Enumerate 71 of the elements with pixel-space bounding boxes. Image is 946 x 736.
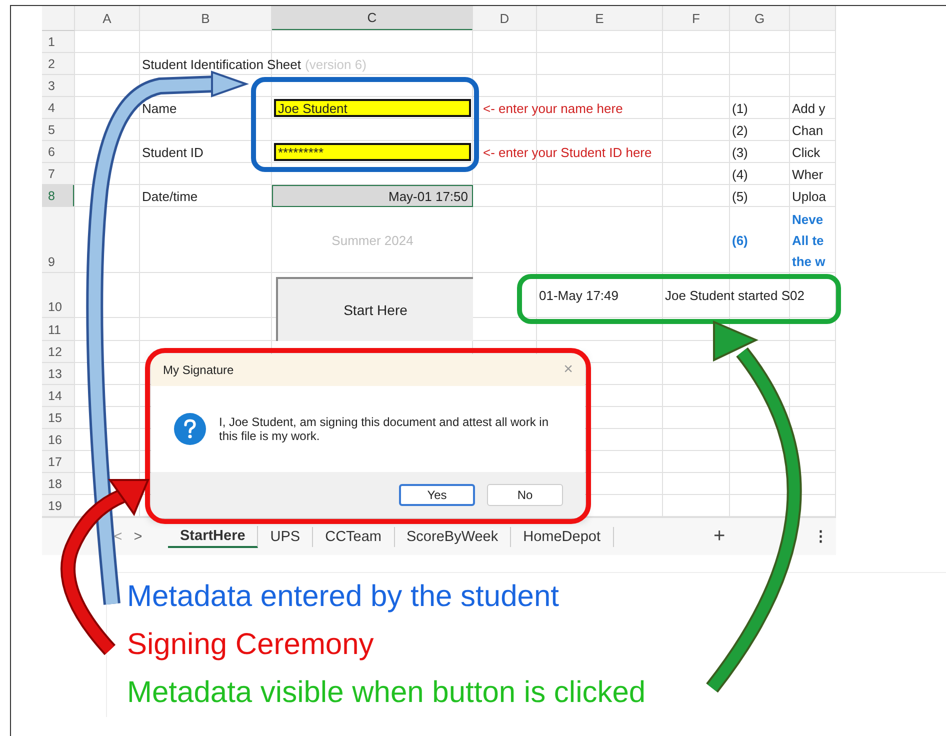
row-header[interactable]: 12 [42,341,75,363]
row-header[interactable]: 3 [42,75,75,97]
legend-text: Metadata entered by the student [127,579,560,615]
sheet-tab[interactable]: CCTeam [313,526,395,546]
column-header[interactable]: E [537,6,663,31]
row-header[interactable]: 2 [42,53,75,75]
row-header[interactable]: 15 [42,407,75,429]
row-header[interactable]: 5 [42,119,75,141]
cell-text: Joe Student started S02 [665,288,804,303]
term-text: Summer 2024 [332,232,414,248]
legend-text: Signing Ceremony [127,627,375,663]
row-header[interactable]: 18 [42,473,75,495]
column-header[interactable]: B [140,6,272,31]
dialog-button[interactable]: Yes [399,484,475,506]
input-field[interactable]: Joe Student [274,99,471,117]
warning-text: the w [792,252,826,270]
step-text: (4) [732,166,748,182]
step-text: Uploa [792,188,826,204]
hint-text: <- enter your name here [482,100,623,116]
sheet-tab[interactable]: StartHere [168,526,258,548]
row-header[interactable]: 9 [42,207,75,273]
row-header[interactable]: 14 [42,385,75,407]
hint-text: <- enter your Student ID here [482,144,652,160]
warning-text: (6) [732,232,748,250]
add-sheet-button[interactable]: + [714,525,726,548]
question-icon [173,412,207,446]
row-header[interactable]: 6 [42,141,75,163]
column-header[interactable]: A [75,6,140,31]
step-text: Wher [792,166,824,182]
sheet-tab[interactable]: UPS [258,526,314,546]
cell-text: Date/time [142,188,198,204]
row-header[interactable]: 19 [42,495,75,517]
step-text: Click [792,144,820,160]
step-text: (5) [732,188,748,204]
row-header[interactable]: 10 [42,273,75,318]
start-here-button[interactable]: Start Here [276,277,473,341]
more-options-button[interactable]: ⋮ [806,528,836,545]
row-header[interactable]: 4 [42,97,75,119]
dialog-button[interactable]: No [487,484,563,506]
warning-text: All te [792,232,824,250]
input-field[interactable]: ********* [274,143,471,161]
step-text: Chan [792,122,824,138]
row-header[interactable]: 8 [42,185,75,207]
sheet-scroll-arrow[interactable]: > [128,528,148,544]
dialog-title: My Signature [163,363,234,377]
step-text: (1) [732,100,748,116]
date-cell: May-01 17:50 [272,185,473,207]
row-header[interactable]: 11 [42,318,75,341]
row-header[interactable]: 1 [42,31,75,53]
sheet-tab[interactable]: HomeDepot [511,526,614,546]
sheet-tab[interactable]: ScoreByWeek [394,526,512,546]
row-header[interactable]: 16 [42,429,75,451]
row-header[interactable]: 17 [42,451,75,473]
column-header[interactable]: C [272,6,473,31]
row-header[interactable]: 13 [42,363,75,385]
cell-text: 01-May 17:49 [539,288,618,303]
step-text: (2) [732,122,748,138]
sheet-title: Student Identification Sheet [142,56,302,72]
step-text: Add y [792,100,826,116]
cell-text: Name [142,100,177,116]
step-text: (3) [732,144,748,160]
column-header[interactable]: F [663,6,730,31]
select-all-corner[interactable] [42,6,75,31]
cell-text: Student ID [142,144,204,160]
column-header[interactable]: D [473,6,537,31]
row-header[interactable]: 7 [42,163,75,185]
legend-text: Metadata visible when button is clicked [127,675,647,711]
warning-text: Neve [792,210,824,228]
column-header[interactable] [790,6,836,31]
column-header[interactable]: G [730,6,790,31]
dialog-message: I, Joe Student, am signing this document and attest all work in this file is my work. [219,415,550,443]
